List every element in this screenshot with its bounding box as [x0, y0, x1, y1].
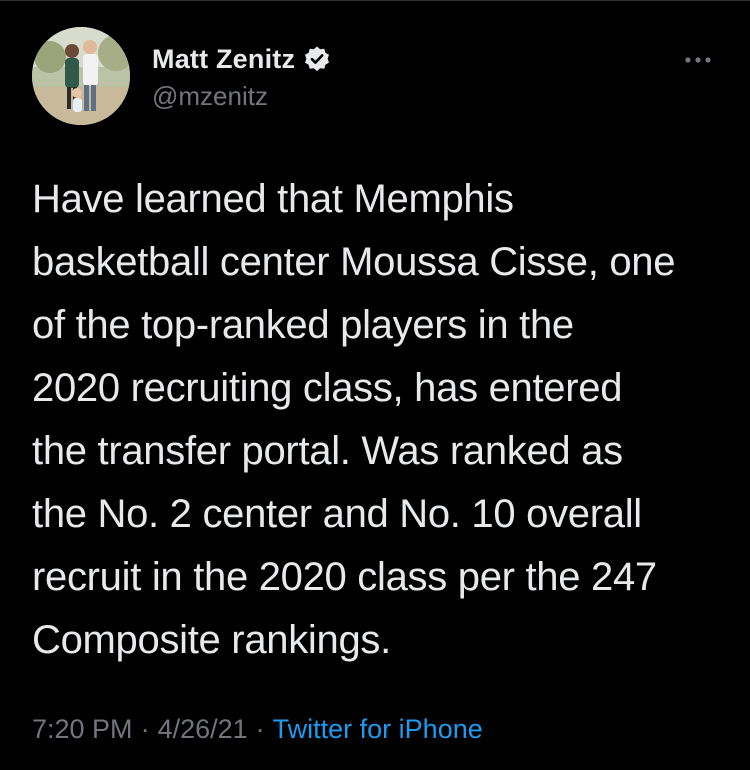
verified-badge-icon [303, 45, 331, 73]
tweet-text-line: of the top-ranked players in the [32, 303, 574, 347]
tweet-source-link[interactable]: Twitter for iPhone [273, 714, 483, 744]
tweet-text-line: Composite rankings. [32, 618, 391, 662]
avatar[interactable] [32, 27, 130, 125]
tweet-text-line: the transfer portal. Was ranked as [32, 429, 623, 473]
tweet-time[interactable]: 7:20 PM [32, 714, 133, 744]
avatar-photo [32, 27, 130, 125]
tweet-text-line: the No. 2 center and No. 10 overall [32, 492, 642, 536]
tweet-text-line: 2020 recruiting class, has entered [32, 366, 623, 410]
top-divider [0, 0, 750, 1]
tweet-text-line: recruit in the 2020 class per the 247 [32, 555, 657, 599]
author-row: Matt Zenitz [152, 41, 331, 77]
tweet-text: Have learned that Memphis basketball cen… [32, 168, 722, 672]
tweet-card: Matt Zenitz @mzenitz Have learned that M… [0, 0, 750, 770]
meta-separator: · [140, 714, 150, 744]
author-handle[interactable]: @mzenitz [152, 81, 268, 112]
author-display-name[interactable]: Matt Zenitz [152, 44, 295, 75]
tweet-date[interactable]: 4/26/21 [158, 714, 248, 744]
tweet-text-line: Have learned that Memphis [32, 177, 514, 221]
more-options-icon[interactable] [678, 48, 718, 72]
meta-separator: · [255, 714, 265, 744]
tweet-metadata: 7:20 PM · 4/26/21 · Twitter for iPhone [32, 714, 483, 745]
tweet-text-line: basketball center Moussa Cisse, one [32, 240, 676, 284]
